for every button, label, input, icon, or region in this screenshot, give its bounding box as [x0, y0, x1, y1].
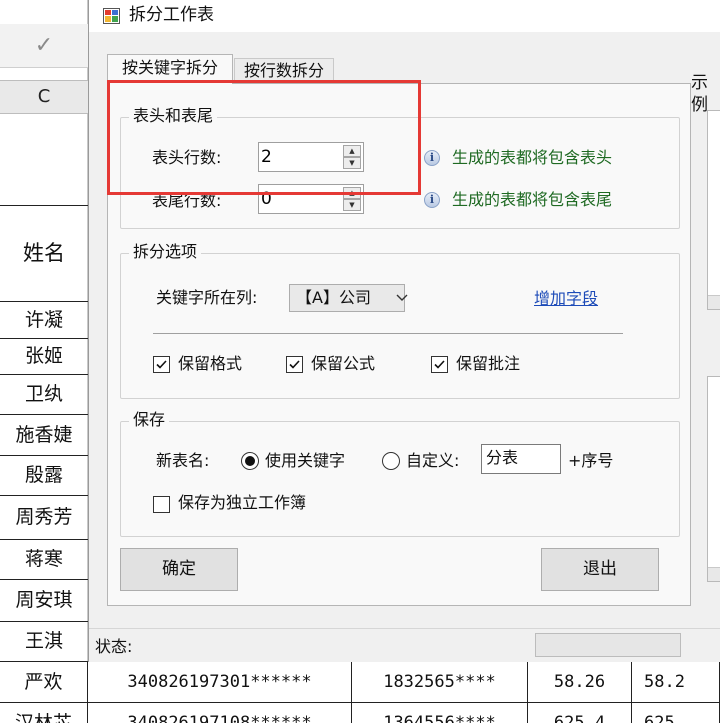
row-id[interactable]: 340826197108******	[88, 703, 352, 723]
keep-format-checkbox[interactable]	[153, 356, 170, 373]
save-independent-label[interactable]: 保存为独立工作簿	[178, 492, 306, 514]
table-row[interactable]: 汉林芯 340826197108****** 1364556**** 625.4…	[0, 703, 720, 723]
footer-rows-stepper[interactable]: ▲ ▼	[258, 184, 364, 214]
save-independent-checkbox[interactable]	[153, 496, 170, 513]
formula-confirm-icon[interactable]: ✓	[0, 24, 88, 68]
info-icon: i	[424, 192, 440, 208]
header-rows-input[interactable]	[261, 145, 341, 169]
exit-button[interactable]: 退出	[541, 548, 659, 591]
tab-split-by-rows[interactable]: 按行数拆分	[234, 58, 334, 84]
keep-comment-label[interactable]: 保留批注	[456, 353, 520, 375]
header-footer-group: 表头和表尾	[120, 105, 680, 229]
split-options-group: 拆分选项	[120, 241, 680, 399]
add-field-link[interactable]: 增加字段	[534, 288, 598, 310]
row-id[interactable]: 340826197301******	[88, 662, 352, 702]
custom-name-radio[interactable]	[382, 452, 400, 470]
header-rows-stepper[interactable]: ▲ ▼	[258, 142, 364, 172]
info-icon: i	[424, 150, 440, 166]
custom-name-input[interactable]: 分表	[481, 444, 561, 474]
title-bar[interactable]: 拆分工作表	[89, 0, 720, 32]
split-worksheet-dialog: 拆分工作表 按行数拆分 按关键字拆分 表头和表尾 表头行数: ▲ ▼ i 生成的…	[88, 0, 720, 662]
scrollbar[interactable]	[708, 567, 720, 581]
custom-name-label[interactable]: 自定义:	[406, 450, 459, 472]
group-title-header-footer: 表头和表尾	[129, 105, 218, 127]
new-name-label: 新表名:	[156, 451, 210, 470]
use-keyword-label[interactable]: 使用关键字	[265, 450, 345, 472]
keep-comment-checkbox[interactable]	[431, 356, 448, 373]
row-value[interactable]: 625.	[632, 703, 720, 723]
name-cell[interactable]: 蒋寒	[0, 540, 88, 580]
key-column-label: 关键字所在列:	[156, 288, 258, 307]
row-name[interactable]: 严欢	[0, 662, 88, 702]
table-row[interactable]: 严欢 340826197301****** 1832565**** 58.26 …	[0, 662, 720, 703]
name-cell[interactable]: 殷露	[0, 456, 88, 496]
scrollbar[interactable]	[708, 295, 720, 309]
column-header-c[interactable]: C	[0, 80, 88, 114]
row-name[interactable]: 汉林芯	[0, 703, 88, 723]
tab-panel: 表头和表尾 表头行数: ▲ ▼ i 生成的表都将包含表头 表尾行数: ▲ ▼ i…	[107, 83, 691, 606]
ok-button[interactable]: 确定	[120, 548, 238, 591]
status-label: 状态:	[95, 637, 133, 656]
window-title: 拆分工作表	[129, 5, 214, 25]
use-keyword-radio[interactable]	[241, 452, 259, 470]
status-bar: 状态:	[89, 628, 720, 662]
app-icon	[103, 8, 120, 24]
header-hint-text: 生成的表都将包含表头	[452, 148, 613, 167]
example-preview-top	[707, 110, 720, 310]
serial-suffix-label: +序号	[568, 451, 614, 470]
name-cell[interactable]: 施香婕	[0, 415, 88, 456]
name-header-cell[interactable]: 姓名	[0, 205, 88, 302]
footer-rows-input[interactable]	[261, 187, 341, 211]
save-group: 保存	[120, 409, 680, 537]
key-column-value: 【A】公司	[296, 288, 371, 307]
name-cell[interactable]: 王淇	[0, 622, 88, 662]
stepper-down-icon[interactable]: ▼	[343, 157, 361, 169]
group-title-save: 保存	[129, 409, 170, 431]
header-rows-label: 表头行数:	[152, 148, 222, 167]
footer-rows-label: 表尾行数:	[152, 191, 222, 210]
keep-format-label[interactable]: 保留格式	[178, 353, 242, 375]
group-title-split-options: 拆分选项	[129, 241, 202, 263]
example-preview-bottom	[707, 376, 720, 582]
tab-split-by-keyword[interactable]: 按关键字拆分	[107, 54, 233, 84]
row-phone[interactable]: 1364556****	[352, 703, 528, 723]
row-value[interactable]: 625.4	[528, 703, 632, 723]
stepper-up-icon[interactable]: ▲	[343, 187, 361, 199]
row-phone[interactable]: 1832565****	[352, 662, 528, 702]
keep-formula-checkbox[interactable]	[286, 356, 303, 373]
name-cell[interactable]: 周安琪	[0, 580, 88, 622]
stepper-up-icon[interactable]: ▲	[343, 145, 361, 157]
name-cell[interactable]: 许凝	[0, 302, 88, 339]
row-value[interactable]: 58.26	[528, 662, 632, 702]
name-cell[interactable]: 卫纨	[0, 375, 88, 415]
name-cell[interactable]: 周秀芳	[0, 496, 88, 540]
name-cell[interactable]: 张姬	[0, 339, 88, 375]
key-column-select[interactable]: 【A】公司	[289, 284, 408, 312]
stepper-down-icon[interactable]: ▼	[343, 199, 361, 211]
row-value[interactable]: 58.2	[632, 662, 720, 702]
keep-formula-label[interactable]: 保留公式	[311, 353, 375, 375]
footer-hint-text: 生成的表都将包含表尾	[452, 190, 613, 209]
progress-bar	[535, 633, 681, 657]
options-separator	[153, 333, 623, 334]
